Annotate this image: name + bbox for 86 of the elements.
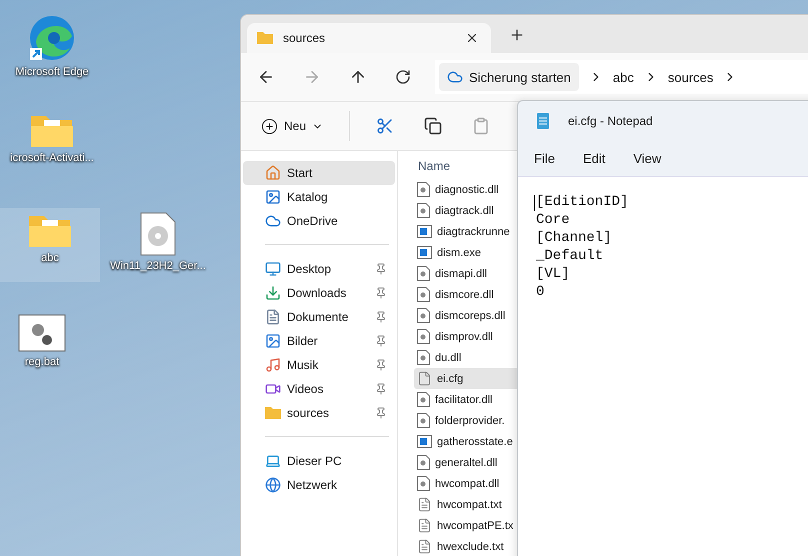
file-row[interactable]: generaltel.dll: [414, 452, 517, 473]
desktop-icon-label: reg.bat: [24, 356, 60, 368]
plus-circle-icon: [261, 118, 278, 134]
desktop-icon-label: abc: [41, 252, 59, 264]
sidebar-item[interactable]: Musik: [243, 353, 395, 377]
application-icon: [417, 225, 432, 238]
network-icon: [265, 477, 281, 493]
file-row[interactable]: hwexclude.txt: [414, 536, 517, 556]
window-title: ei.cfg - Notepad: [568, 114, 653, 128]
text-cursor: [534, 195, 535, 211]
file-row[interactable]: du.dll: [414, 347, 517, 368]
file-row[interactable]: ei.cfg: [414, 368, 517, 389]
text-line: Core: [536, 211, 570, 229]
clipboard-icon: [472, 117, 490, 135]
sidebar-item[interactable]: Katalog: [243, 185, 395, 209]
text-file-icon: [417, 539, 432, 554]
browser-icon: [28, 14, 76, 62]
gallery-icon: [265, 189, 281, 205]
notepad-icon: [536, 112, 550, 130]
file-row[interactable]: gatherosstate.e: [414, 431, 517, 452]
file-row[interactable]: dismapi.dll: [414, 263, 517, 284]
file-row[interactable]: diagtrack.dll: [414, 200, 517, 221]
breadcrumb[interactable]: abc: [612, 70, 634, 84]
sidebar-item[interactable]: Dieser PC: [243, 449, 395, 473]
desktop-icon-label: Win11_23H2_Ger...: [110, 260, 206, 272]
cloud-icon: [447, 69, 463, 85]
file-row[interactable]: dismcore.dll: [414, 284, 517, 305]
file-row[interactable]: dismcoreps.dll: [414, 305, 517, 326]
text-line: [VL]: [536, 265, 570, 283]
download-icon: [265, 285, 281, 301]
text-editor[interactable]: [EditionID] Core [Channel] _Default [VL] 0: [518, 176, 808, 556]
window-tab[interactable]: sources: [247, 23, 491, 53]
text-line: [EditionID]: [536, 193, 628, 211]
pc-icon: [265, 453, 281, 469]
file-row[interactable]: facilitator.dll: [414, 389, 517, 410]
folder-icon: [265, 406, 281, 420]
sidebar-item[interactable]: Videos: [243, 377, 395, 401]
file-row[interactable]: diagtrackrunne: [414, 221, 517, 242]
text-line: [Channel]: [536, 229, 612, 247]
file-row[interactable]: dismprov.dll: [414, 326, 517, 347]
file-row[interactable]: folderprovider.: [414, 410, 517, 431]
folder-icon: [257, 31, 273, 45]
sidebar-item[interactable]: Bilder: [243, 329, 395, 353]
address-bar[interactable]: Sicherung starten abc sources: [435, 60, 808, 94]
file-row[interactable]: dism.exe: [414, 242, 517, 263]
close-icon: [465, 31, 479, 45]
refresh-icon: [395, 69, 411, 85]
sidebar-item[interactable]: Dokumente: [243, 305, 395, 329]
pictures-icon: [265, 333, 281, 349]
desktop-icon-label: icrosoft-Activati...: [10, 152, 94, 164]
sidebar-item[interactable]: Downloads: [243, 281, 395, 305]
file-row[interactable]: hwcompat.txt: [414, 494, 517, 515]
menu-item[interactable]: View: [623, 147, 672, 170]
new-button[interactable]: Neu: [257, 114, 328, 138]
menu-item[interactable]: Edit: [572, 147, 616, 170]
application-icon: [417, 435, 432, 448]
home-icon: [265, 165, 281, 181]
document-icon: [265, 309, 281, 325]
sidebar-item[interactable]: Netzwerk: [243, 473, 395, 497]
arrow-right-icon: [303, 68, 321, 86]
cloud-icon: [265, 213, 281, 229]
file-row[interactable]: hwcompat.dll: [414, 473, 517, 494]
text-line: 0: [536, 283, 544, 301]
file-row[interactable]: hwcompatPE.tx: [414, 515, 517, 536]
text-file-icon: [417, 497, 432, 512]
sidebar-item[interactable]: Start: [243, 161, 395, 185]
desktop-icon: [265, 261, 281, 277]
column-header[interactable]: Name: [414, 159, 517, 179]
tab-title: sources: [283, 31, 326, 45]
sidebar-item[interactable]: sources: [243, 401, 395, 425]
desktop-icon-label: Microsoft Edge: [15, 66, 89, 78]
copy-icon: [424, 117, 442, 135]
text-line: _Default: [536, 247, 604, 265]
application-icon: [417, 246, 432, 259]
backup-button[interactable]: Sicherung starten: [439, 63, 579, 91]
menu-item[interactable]: File: [524, 147, 565, 170]
disc-file-icon: [140, 212, 176, 256]
text-file-icon: [417, 518, 432, 533]
sidebar-item[interactable]: Desktop: [243, 257, 395, 281]
file-row[interactable]: diagnostic.dll: [414, 179, 517, 200]
sidebar-item[interactable]: OneDrive: [243, 209, 395, 233]
plus-icon: [509, 27, 525, 43]
scissors-icon: [376, 117, 394, 135]
breadcrumb[interactable]: sources: [668, 70, 714, 84]
music-icon: [265, 357, 281, 373]
file-icon: [417, 371, 432, 386]
